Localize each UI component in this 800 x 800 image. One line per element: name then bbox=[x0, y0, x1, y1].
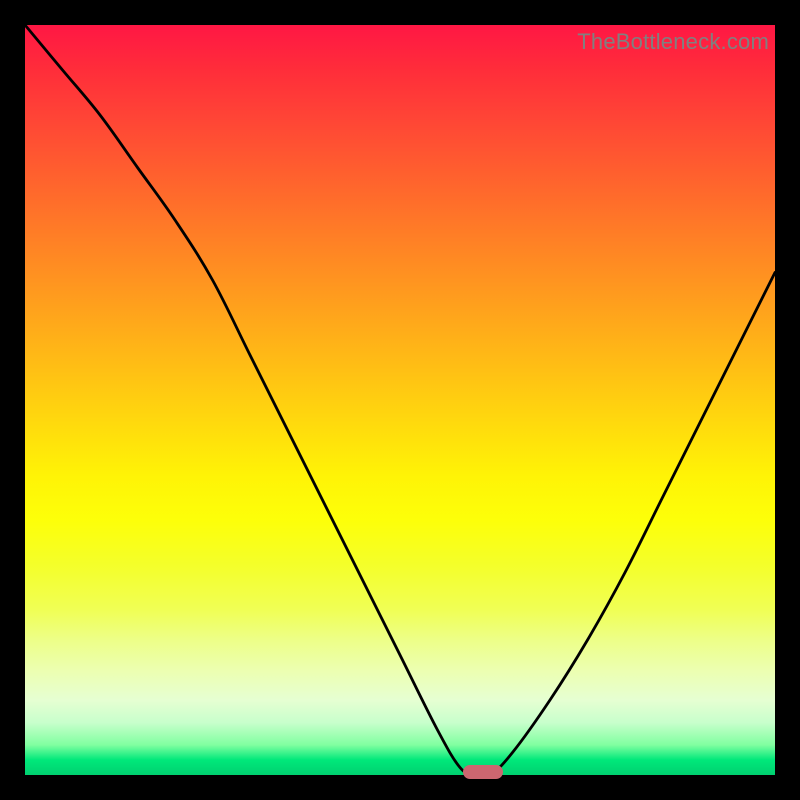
watermark-text: TheBottleneck.com bbox=[577, 29, 769, 55]
plot-area: TheBottleneck.com bbox=[25, 25, 775, 775]
curve-svg bbox=[25, 25, 775, 775]
optimum-marker bbox=[463, 765, 503, 779]
chart-container: TheBottleneck.com bbox=[0, 0, 800, 800]
bottleneck-curve-path bbox=[25, 25, 775, 775]
